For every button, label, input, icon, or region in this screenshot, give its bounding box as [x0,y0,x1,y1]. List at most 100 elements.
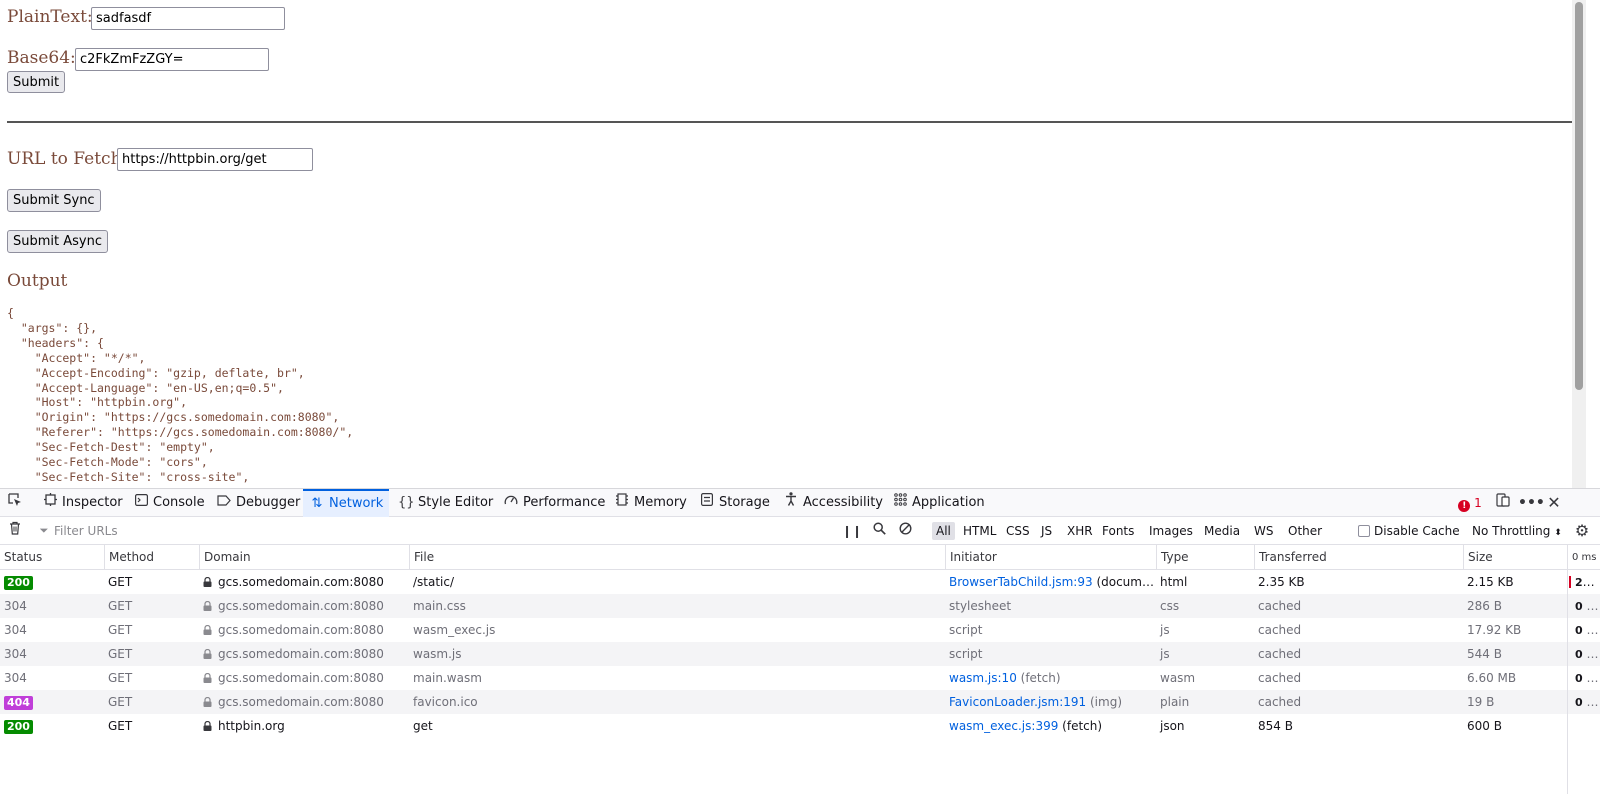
cell-status: 200 [0,570,104,594]
cell-timing: 0 ms [1567,642,1600,666]
disable-cache-checkbox[interactable] [1358,525,1370,537]
filter-all[interactable]: All [932,522,955,540]
tab-storage-label: Storage [719,495,770,510]
filter-images[interactable]: Images [1145,522,1197,540]
element-picker-icon[interactable] [4,489,26,517]
filter-css[interactable]: CSS [1002,522,1034,540]
tab-performance[interactable]: Performance [497,489,611,517]
tab-accessibility[interactable]: Accessibility [777,489,889,517]
tab-memory[interactable]: Memory [608,489,693,517]
initiator-link[interactable]: BrowserTabChild.jsm:93 [949,575,1093,589]
waterfall-divider [1567,545,1568,794]
tab-debugger[interactable]: Debugger [210,489,306,517]
tab-style-editor[interactable]: {} Style Editor [392,489,499,517]
filter-html[interactable]: HTML [959,522,1000,540]
tab-network-label: Network [329,496,384,511]
cell-timing [1567,714,1600,738]
tab-performance-label: Performance [523,495,606,510]
cell-size: 600 B [1467,719,1502,733]
tab-console[interactable]: Console [127,489,211,517]
cell-status: 304 [0,642,104,666]
cell-initiator: FaviconLoader.jsm:191 (img) [945,690,1156,714]
tab-memory-label: Memory [634,495,687,510]
submit-sync-button[interactable]: Submit Sync [7,189,101,212]
cell-file: main.css [413,599,466,613]
cell-domain: gcs.somedomain.com:8080 [199,570,409,594]
pause-icon[interactable]: ❙❙ [842,517,862,545]
status-badge: 304 [4,623,27,637]
filter-xhr[interactable]: XHR [1063,522,1097,540]
table-row[interactable]: 304 GET gcs.somedomain.com:8080 wasm_exec.j… [0,618,1600,642]
plaintext-input[interactable]: sadfasdf [91,7,285,30]
submit-async-button[interactable]: Submit Async [7,230,108,253]
filter-fonts[interactable]: Fonts [1098,522,1138,540]
column-status[interactable]: Status [0,545,104,570]
column-type[interactable]: Type [1156,545,1254,570]
initiator-link[interactable]: wasm.js:10 [949,671,1017,685]
cell-initiator: script [945,618,1156,642]
waterfall-timing: 0 ms [1575,696,1600,709]
domain-text: gcs.somedomain.com:8080 [218,599,384,613]
devtools-toolbar: Inspector Console Debugger ⇅ Network {} St… [0,489,1600,517]
filter-other[interactable]: Other [1284,522,1326,540]
column-domain[interactable]: Domain [199,545,409,570]
filter-media[interactable]: Media [1200,522,1244,540]
column-method[interactable]: Method [104,545,199,570]
initiator-link[interactable]: wasm_exec.js:399 [949,719,1058,733]
cell-size: 286 B [1467,599,1502,613]
more-options-icon[interactable]: ••• [1518,489,1545,517]
settings-gear-icon[interactable]: ⚙ [1572,517,1592,545]
cell-domain: gcs.somedomain.com:8080 [199,690,409,714]
tab-storage[interactable]: Storage [693,489,776,517]
cell-size: 2.15 KB [1467,575,1514,589]
tab-style-editor-label: Style Editor [418,495,494,510]
responsive-design-icon[interactable] [1494,489,1512,517]
web-page: PlainText: sadfasdf Base64: c2FkZmFzZGY=… [0,0,1586,488]
column-size[interactable]: Size [1463,545,1567,570]
disable-cache-label[interactable]: Disable Cache [1374,517,1460,545]
storage-icon [699,489,715,517]
status-badge: 304 [4,599,27,613]
debugger-icon [216,489,232,517]
error-count-badge[interactable]: ! 1 [1452,489,1488,517]
url-input[interactable]: https://httpbin.org/get [117,148,313,171]
devtools-panel: Inspector Console Debugger ⇅ Network {} St… [0,488,1600,794]
table-row[interactable]: 304 GET gcs.somedomain.com:8080 main.css sty… [0,594,1600,618]
tab-inspector[interactable]: Inspector [36,489,129,517]
cell-initiator: wasm_exec.js:399 (fetch) [945,714,1156,738]
cell-size: 17.92 KB [1467,623,1522,637]
column-transferred[interactable]: Transferred [1254,545,1463,570]
column-file[interactable]: File [409,545,945,570]
search-icon[interactable] [870,517,888,545]
lock-icon [203,721,212,731]
filter-ws[interactable]: WS [1250,522,1277,540]
cell-size: 19 B [1467,695,1495,709]
column-waterfall[interactable]: 0 ms [1567,545,1600,570]
performance-icon [503,489,519,517]
table-row[interactable]: 200 GET gcs.somedomain.com:8080/static/Bro… [0,570,1600,594]
page-scrollbar-thumb[interactable] [1575,2,1583,390]
throttling-select[interactable]: No Throttling ⬍ [1472,517,1562,547]
cell-method: GET [108,671,133,685]
cell-type: html [1160,575,1188,589]
filter-js[interactable]: JS [1037,522,1056,540]
network-icon: ⇅ [311,496,323,511]
cell-status: 304 [0,618,104,642]
block-icon[interactable] [896,517,914,545]
status-badge: 404 [4,696,33,710]
base64-input[interactable]: c2FkZmFzZGY= [75,48,269,71]
close-icon[interactable]: ✕ [1544,489,1564,517]
column-initiator[interactable]: Initiator [945,545,1156,570]
initiator-link[interactable]: FaviconLoader.jsm:191 [949,695,1086,709]
table-row[interactable]: 304 GET gcs.somedomain.com:8080 wasm.js scri… [0,642,1600,666]
tab-debugger-label: Debugger [236,495,301,510]
page-scrollbar[interactable] [1572,0,1586,488]
filter-urls-input[interactable]: Filter URLs [38,517,848,545]
tab-application[interactable]: Application [886,489,991,517]
submit-button[interactable]: Submit [7,71,66,93]
table-row[interactable]: 304 GET gcs.somedomain.com:8080 main.wasm wa… [0,666,1600,690]
table-row[interactable]: 200 GET httpbin.org get wasm_exec.js:399 (fe… [0,714,1600,738]
clear-trash-icon[interactable] [6,517,24,545]
table-row[interactable]: 404 GET gcs.somedomain.com:8080 favicon.ico… [0,690,1600,714]
tab-network[interactable]: ⇅ Network [303,489,389,517]
